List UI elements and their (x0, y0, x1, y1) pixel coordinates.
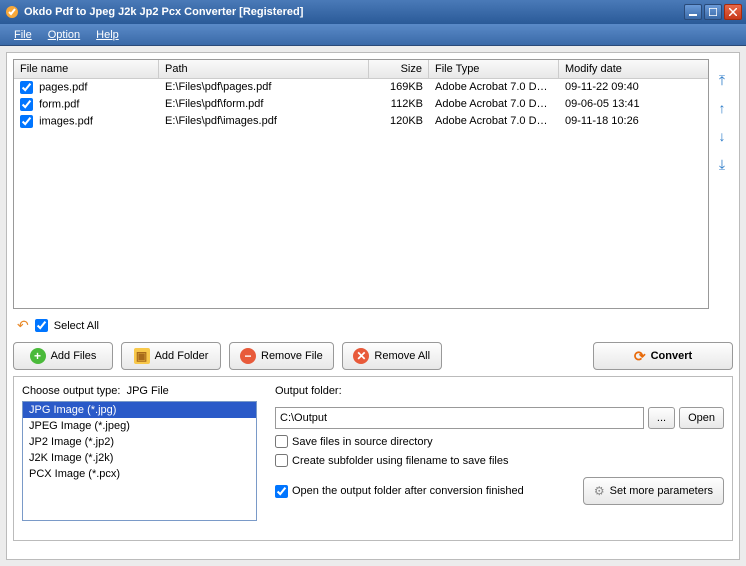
browse-button[interactable]: ... (648, 407, 675, 429)
remove-all-label: Remove All (374, 350, 430, 362)
file-date: 09-11-22 09:40 (559, 80, 708, 95)
list-item[interactable]: J2K Image (*.j2k) (23, 450, 256, 466)
list-item[interactable]: JP2 Image (*.jp2) (23, 434, 256, 450)
list-item[interactable]: PCX Image (*.pcx) (23, 466, 256, 482)
row-checkbox[interactable] (20, 115, 33, 128)
save-in-source-label[interactable]: Save files in source directory (292, 436, 433, 448)
add-files-button[interactable]: + Add Files (13, 342, 113, 370)
convert-label: Convert (651, 350, 693, 362)
file-type: Adobe Acrobat 7.0 Doc... (429, 114, 559, 129)
table-row[interactable]: pages.pdf E:\Files\pdf\pages.pdf169KBAdob… (14, 79, 708, 96)
file-path: E:\Files\pdf\images.pdf (159, 114, 369, 129)
file-name: form.pdf (39, 98, 79, 110)
table-row[interactable]: images.pdf E:\Files\pdf\images.pdf120KBAd… (14, 113, 708, 130)
bottom-panel: Choose output type: JPG File JPG Image (… (13, 376, 733, 541)
save-in-source-checkbox[interactable] (275, 435, 288, 448)
col-header-type[interactable]: File Type (429, 60, 559, 78)
add-folder-label: Add Folder (155, 350, 209, 362)
convert-button[interactable]: ⟳ Convert (593, 342, 733, 370)
add-folder-button[interactable]: ▣ Add Folder (121, 342, 221, 370)
create-subfolder-label[interactable]: Create subfolder using filename to save … (292, 455, 508, 467)
set-more-parameters-button[interactable]: ⚙ Set more parameters (583, 477, 724, 505)
up-level-icon[interactable]: ↶ (17, 317, 29, 334)
file-type: Adobe Acrobat 7.0 Doc... (429, 97, 559, 112)
move-top-button[interactable]: ⤒ (713, 71, 731, 89)
reorder-arrows: ⤒ ↑ ↓ ⤓ (713, 59, 733, 309)
action-button-row: + Add Files ▣ Add Folder − Remove File ✕… (13, 342, 733, 370)
output-folder-column: Output folder: ... Open Save files in so… (275, 385, 724, 532)
file-name: pages.pdf (39, 81, 87, 93)
menubar: File Option Help (0, 24, 746, 46)
content: File name Path Size File Type Modify dat… (6, 52, 740, 560)
menu-help[interactable]: Help (88, 27, 127, 43)
output-type-label: Choose output type: JPG File (22, 385, 257, 397)
add-files-label: Add Files (51, 350, 97, 362)
file-date: 09-11-18 10:26 (559, 114, 708, 129)
col-header-path[interactable]: Path (159, 60, 369, 78)
row-checkbox[interactable] (20, 81, 33, 94)
move-down-button[interactable]: ↓ (713, 127, 731, 145)
remove-all-button[interactable]: ✕ Remove All (342, 342, 442, 370)
minus-icon: − (240, 348, 256, 364)
output-type-current: JPG File (127, 385, 169, 397)
save-in-source-row: Save files in source directory (275, 435, 724, 448)
open-after-row: Open the output folder after conversion … (275, 477, 724, 505)
set-more-label: Set more parameters (610, 485, 713, 497)
col-header-name[interactable]: File name (14, 60, 159, 78)
x-icon: ✕ (353, 348, 369, 364)
table-header: File name Path Size File Type Modify dat… (14, 60, 708, 79)
remove-file-button[interactable]: − Remove File (229, 342, 334, 370)
row-checkbox[interactable] (20, 98, 33, 111)
table-body: pages.pdfE:\Files\pdf\pages.pdf169KBAdob… (14, 79, 708, 130)
file-size: 169KB (369, 80, 429, 95)
minimize-button[interactable] (684, 4, 702, 20)
select-all-checkbox[interactable] (35, 319, 48, 332)
select-all-label[interactable]: Select All (54, 320, 99, 332)
open-after-label[interactable]: Open the output folder after conversion … (292, 485, 524, 497)
open-folder-button[interactable]: Open (679, 407, 724, 429)
col-header-size[interactable]: Size (369, 60, 429, 78)
move-up-button[interactable]: ↑ (713, 99, 731, 117)
gear-icon: ⚙ (594, 484, 605, 498)
output-folder-row: ... Open (275, 407, 724, 429)
titlebar: Okdo Pdf to Jpeg J2k Jp2 Pcx Converter [… (0, 0, 746, 24)
file-name: images.pdf (39, 115, 93, 127)
output-type-column: Choose output type: JPG File JPG Image (… (22, 385, 257, 532)
open-after-checkbox[interactable] (275, 485, 288, 498)
menu-file[interactable]: File (6, 27, 40, 43)
window-buttons (684, 4, 742, 20)
select-all-row: ↶ Select All (13, 315, 733, 336)
file-date: 09-06-05 13:41 (559, 97, 708, 112)
output-type-listbox[interactable]: JPG Image (*.jpg)JPEG Image (*.jpeg)JP2 … (22, 401, 257, 521)
close-button[interactable] (724, 4, 742, 20)
plus-icon: + (30, 348, 46, 364)
app-icon (4, 4, 20, 20)
maximize-button[interactable] (704, 4, 722, 20)
output-folder-label: Output folder: (275, 385, 724, 397)
convert-icon: ⟳ (634, 348, 646, 365)
output-folder-input[interactable] (275, 407, 644, 429)
file-area: File name Path Size File Type Modify dat… (13, 59, 733, 309)
move-bottom-button[interactable]: ⤓ (713, 155, 731, 173)
file-path: E:\Files\pdf\pages.pdf (159, 80, 369, 95)
file-size: 112KB (369, 97, 429, 112)
list-item[interactable]: JPEG Image (*.jpeg) (23, 418, 256, 434)
title-text: Okdo Pdf to Jpeg J2k Jp2 Pcx Converter [… (24, 6, 684, 18)
file-type: Adobe Acrobat 7.0 Doc... (429, 80, 559, 95)
file-table: File name Path Size File Type Modify dat… (13, 59, 709, 309)
create-subfolder-checkbox[interactable] (275, 454, 288, 467)
menu-option[interactable]: Option (40, 27, 88, 43)
table-row[interactable]: form.pdf E:\Files\pdf\form.pdf112KBAdobe … (14, 96, 708, 113)
create-subfolder-row: Create subfolder using filename to save … (275, 454, 724, 467)
list-item[interactable]: JPG Image (*.jpg) (23, 402, 256, 418)
file-path: E:\Files\pdf\form.pdf (159, 97, 369, 112)
remove-file-label: Remove File (261, 350, 323, 362)
file-size: 120KB (369, 114, 429, 129)
folder-icon: ▣ (134, 348, 150, 364)
col-header-date[interactable]: Modify date (559, 60, 708, 78)
